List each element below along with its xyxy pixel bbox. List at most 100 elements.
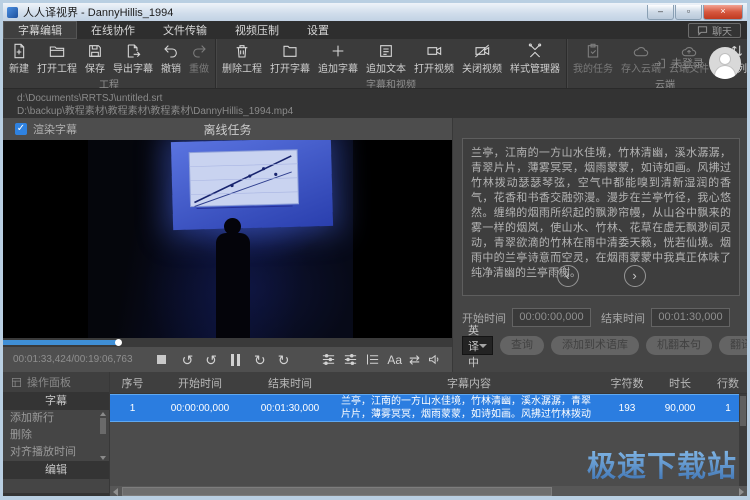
trash-icon	[234, 43, 250, 59]
subtitle-text-box[interactable]: 兰亭，江南的一方山水佳境，竹林清幽，溪水潺潺，青翠片片，薄雾冥冥，烟雨蒙蒙，如诗…	[462, 138, 740, 296]
add-new-line-item[interactable]: 添加新行	[3, 410, 109, 427]
open-video-button[interactable]: 打开视频	[410, 41, 458, 75]
minimize-button[interactable]: –	[647, 5, 674, 20]
translation-panel: 兰亭，江南的一方山水佳境，竹林清幽，溪水潺潺，青翠片片，薄雾冥冥，烟雨蒙蒙，如诗…	[452, 118, 747, 372]
export-subtitle-button[interactable]: 导出字幕	[109, 41, 157, 75]
align-playback-time-item[interactable]: 对齐播放时间	[3, 444, 109, 461]
scroll-left-icon[interactable]	[113, 488, 118, 496]
video-camera-off-icon	[474, 43, 490, 59]
open-project-button[interactable]: 打开工程	[33, 41, 81, 75]
seek-bar[interactable]	[3, 338, 452, 347]
track-settings-icon[interactable]	[343, 352, 358, 367]
col-end[interactable]: 结束时间	[245, 375, 335, 391]
col-start[interactable]: 开始时间	[155, 375, 245, 391]
next-subtitle-button[interactable]: ›	[624, 265, 646, 287]
subtitle-actions-list: 添加新行 删除 对齐播放时间	[3, 410, 109, 461]
my-tasks-button[interactable]: 我的任务	[569, 41, 617, 75]
panel-icon	[11, 377, 22, 388]
toolbar-group-project: 新建 打开工程 保存 导出字幕 撤销 重做 工程	[3, 39, 216, 88]
presenter-silhouette	[216, 218, 250, 338]
open-folder-icon	[49, 43, 65, 59]
window-title: 人人译视界 - DannyHillis_1994	[23, 4, 173, 20]
seek-bar-knob[interactable]	[115, 339, 122, 346]
rewind-1s-button[interactable]: ↺	[205, 353, 217, 367]
video-viewport[interactable]	[3, 140, 452, 338]
menu-online-collab[interactable]: 在线协作	[77, 21, 149, 39]
table-row[interactable]: 1 00:00:00,000 00:01:30,000 兰亭，江南的一方山水佳境…	[110, 394, 747, 422]
table-horizontal-scrollbar[interactable]	[110, 486, 747, 497]
operations-panel: 操作面板 字幕 添加新行 删除 对齐播放时间 编辑 工具	[3, 372, 110, 497]
text-doc-icon	[378, 43, 394, 59]
forward-1s-button[interactable]: ↻	[254, 353, 266, 367]
redo-button[interactable]: 重做	[185, 41, 213, 75]
subtitle-table: 序号 开始时间 结束时间 字幕内容 字符数 时长 行数 1 00:00:00,0…	[110, 372, 747, 497]
delete-item[interactable]: 删除	[3, 427, 109, 444]
open-subtitle-button[interactable]: 打开字幕	[266, 41, 314, 75]
machine-translate-button[interactable]: 机翻本句	[646, 336, 712, 355]
prev-subtitle-button[interactable]: ‹	[557, 265, 579, 287]
pause-button[interactable]	[231, 354, 240, 366]
forward-5s-button[interactable]: ↻	[278, 353, 290, 367]
add-to-termbase-button[interactable]: 添加到术语库	[551, 336, 639, 355]
folder-icon	[282, 43, 298, 59]
menu-settings[interactable]: 设置	[293, 21, 343, 39]
font-size-button[interactable]: Aa	[387, 353, 402, 367]
playlist-icon[interactable]	[365, 352, 380, 367]
ops-scrollbar[interactable]	[99, 412, 107, 460]
section-tools[interactable]: 工具	[3, 493, 109, 500]
section-edit[interactable]: 编辑	[3, 461, 109, 479]
close-button[interactable]: ×	[703, 5, 743, 20]
col-lines[interactable]: 行数	[709, 375, 747, 391]
menu-file-transfer[interactable]: 文件传输	[149, 21, 221, 39]
translate-done-button[interactable]: 翻译完成	[719, 336, 750, 355]
rewind-5s-button[interactable]: ↺	[182, 353, 194, 367]
col-chars[interactable]: 字符数	[603, 375, 651, 391]
bottom-area: 操作面板 字幕 添加新行 删除 对齐播放时间 编辑 工具 序号 开始时间 结束时…	[3, 372, 747, 497]
title-bar[interactable]: 人人译视界 - DannyHillis_1994 – ▫ ×	[3, 3, 747, 21]
app-logo-icon	[7, 7, 18, 18]
hscroll-thumb[interactable]	[122, 487, 552, 496]
login-status-label: 未登录	[671, 55, 704, 71]
save-button[interactable]: 保存	[81, 41, 109, 75]
chevron-down-icon	[479, 344, 487, 348]
subtitle-file-path: d:\Documents\RRTSJ\untitled.srt	[17, 92, 747, 105]
close-video-button[interactable]: 关闭视频	[458, 41, 506, 75]
login-icon	[653, 57, 666, 70]
subtitle-settings-icon[interactable]	[321, 352, 336, 367]
menu-subtitle-edit[interactable]: 字幕编辑	[3, 21, 77, 39]
start-time-input[interactable]: 00:00:00,000	[512, 308, 591, 327]
scroll-up-icon[interactable]	[100, 412, 106, 416]
table-vertical-scrollbar[interactable]	[739, 394, 747, 486]
col-content[interactable]: 字幕内容	[335, 375, 603, 391]
end-time-label: 结束时间	[601, 310, 645, 326]
undo-icon	[163, 43, 179, 59]
new-project-button[interactable]: 新建	[5, 41, 33, 75]
user-avatar[interactable]	[709, 47, 741, 79]
query-button[interactable]: 查询	[500, 336, 544, 355]
menu-video-encode[interactable]: 视频压制	[221, 21, 293, 39]
operations-panel-header[interactable]: 操作面板	[3, 372, 109, 392]
scroll-right-icon[interactable]	[739, 488, 744, 496]
render-subtitle-checkbox[interactable]: ✓	[15, 123, 27, 135]
chat-button[interactable]: 聊天	[688, 23, 741, 38]
language-direction-select[interactable]: 英译中	[462, 336, 493, 355]
section-subtitle[interactable]: 字幕	[3, 392, 109, 410]
translate-actions-row: 英译中 查询 添加到术语库 机翻本句 翻译完成	[462, 336, 742, 355]
append-subtitle-button[interactable]: 追加字幕	[314, 41, 362, 75]
video-camera-icon	[426, 43, 442, 59]
playback-time: 00:01:33,424/00:19:06,763	[13, 354, 133, 365]
scroll-down-icon[interactable]	[100, 456, 106, 460]
undo-button[interactable]: 撤销	[157, 41, 185, 75]
maximize-button[interactable]: ▫	[675, 5, 702, 20]
login-area[interactable]: 未登录	[653, 47, 741, 79]
stop-button[interactable]	[157, 355, 166, 364]
style-manager-button[interactable]: 样式管理器	[506, 41, 564, 75]
append-text-button[interactable]: 追加文本	[362, 41, 410, 75]
loop-mode-button[interactable]: ⇄	[409, 352, 420, 368]
col-index[interactable]: 序号	[110, 375, 155, 391]
delete-project-button[interactable]: 删除工程	[218, 41, 266, 75]
end-time-input[interactable]: 00:01:30,000	[651, 308, 730, 327]
watermark-text: 极速下载站	[587, 443, 737, 485]
col-duration[interactable]: 时长	[651, 375, 709, 391]
volume-icon[interactable]	[427, 352, 442, 367]
